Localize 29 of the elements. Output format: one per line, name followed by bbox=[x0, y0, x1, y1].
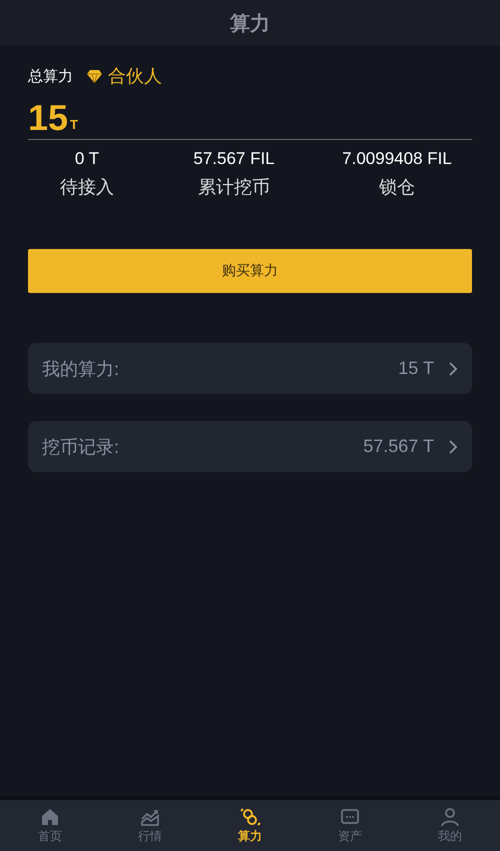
stat-label: 锁仓 bbox=[379, 176, 415, 199]
nav-tab[interactable]: 我的 bbox=[400, 800, 500, 851]
stat-label: 待接入 bbox=[60, 176, 114, 199]
stat-value: 57.567 FIL bbox=[193, 149, 275, 169]
chevron-right-icon bbox=[448, 438, 458, 454]
partner-level-label: 合伙人 bbox=[108, 65, 162, 88]
diamond-icon bbox=[87, 70, 102, 82]
stat-label: 累计挖币 bbox=[198, 176, 270, 199]
unit-label: T bbox=[70, 117, 78, 132]
page-title: 算力 bbox=[230, 12, 270, 36]
power-icon bbox=[239, 806, 261, 828]
row-label: 挖币记录: bbox=[42, 436, 120, 458]
nav-tab[interactable]: 行情 bbox=[100, 800, 200, 851]
stat-value: 7.0099408 FIL bbox=[342, 149, 452, 169]
nav-tab[interactable]: 首页 bbox=[0, 800, 100, 851]
buy-power-button[interactable]: 购买算力 bbox=[28, 249, 472, 293]
list-row[interactable]: 我的算力: 15 T bbox=[28, 343, 472, 394]
stat-value: 0 T bbox=[74, 149, 100, 169]
list-row[interactable]: 挖币记录: 57.567 T bbox=[28, 421, 472, 472]
row-label: 我的算力: bbox=[42, 358, 120, 380]
home-icon bbox=[39, 806, 61, 828]
nav-tab[interactable]: 算力 bbox=[200, 800, 300, 851]
total-power-value: 15 bbox=[28, 98, 68, 138]
chevron-right-icon bbox=[448, 360, 458, 376]
row-value: 57.567 T bbox=[363, 436, 434, 457]
nav-tab[interactable]: 资产 bbox=[300, 800, 400, 851]
profile-icon bbox=[439, 806, 461, 828]
row-value: 15 T bbox=[398, 358, 434, 379]
total-power-label: 总算力 bbox=[28, 66, 73, 86]
